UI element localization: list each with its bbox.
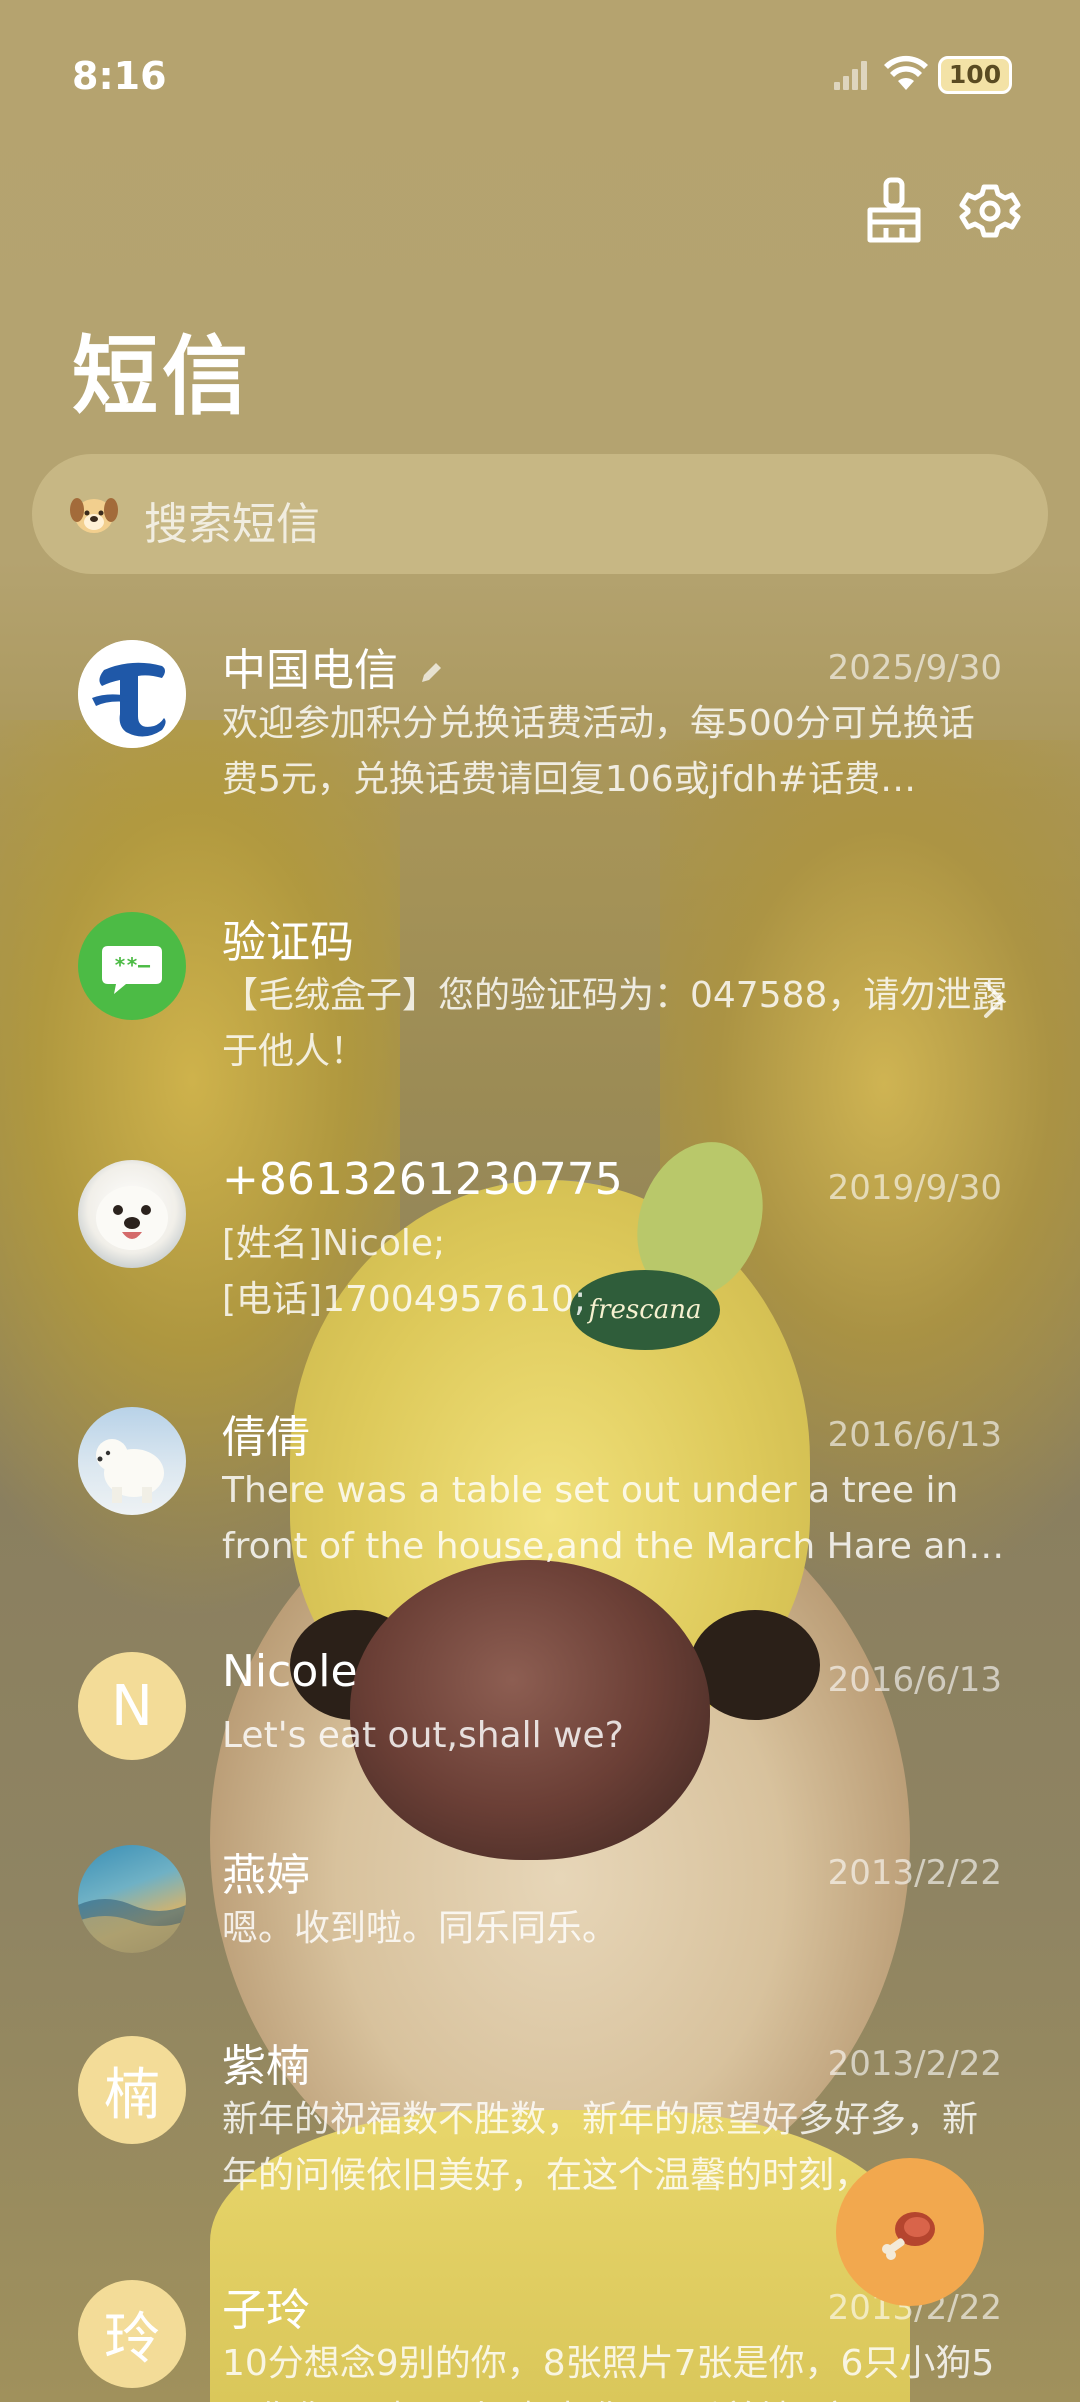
polar-bear-photo-icon: [96, 1439, 164, 1503]
message-preview: 嗯。收到啦。同乐同乐。: [222, 1908, 619, 1949]
contact-name-text: 中国电信: [222, 645, 398, 696]
list-item[interactable]: 中国电信 2025/9/30 欢迎参加积分兑换话费活动，每500分可兑换话费5元…: [0, 610, 1080, 840]
message-preview: Let's eat out,shall we?: [222, 1715, 624, 1756]
message-date: 2013/2/22: [827, 1853, 1002, 1893]
search-bar[interactable]: 搜索短信: [32, 454, 1048, 574]
battery-level: 100: [948, 60, 1002, 89]
chevron-right-icon[interactable]: [980, 980, 1008, 1020]
message-preview: 【毛绒盒子】您的验证码为：047588，请勿泄露于他人！: [222, 975, 1008, 1072]
page-title: 短信: [72, 327, 252, 427]
message-date: 2019/9/30: [827, 1168, 1002, 1208]
contact-name: 紫楠: [222, 2041, 310, 2092]
contact-name: +8613261230775: [222, 1154, 623, 1205]
message-date: 2016/6/13: [827, 1415, 1002, 1455]
status-time: 8:16: [72, 54, 167, 98]
pencil-icon: [422, 663, 441, 682]
broom-icon[interactable]: [862, 176, 926, 246]
list-item[interactable]: +8613261230775 2019/9/30 [姓名]Nicole; [电话…: [0, 1130, 1080, 1360]
list-item[interactable]: **– 验证码 【毛绒盒子】您的验证码为：047588，请勿泄露于他人！: [0, 882, 1080, 1112]
ocean-photo-icon: [78, 1899, 186, 1953]
avatar: [78, 1160, 186, 1268]
sms-screen: frescana 8:16 100 短信 搜索短信 中国电信 2025/9/30…: [0, 0, 1080, 2402]
message-date: 2025/9/30: [827, 648, 1002, 688]
dog-emoji-icon: [70, 498, 118, 533]
message-preview: [姓名]Nicole; [电话]17004957610;: [222, 1223, 587, 1320]
contact-name: Nicole: [222, 1646, 358, 1697]
message-preview: 10分想念9别的你，8张照片7张是你，6只小狗5只像你，4根骨头3根归你，2瓜着…: [222, 2343, 995, 2402]
avatar: [78, 1845, 186, 1953]
svg-text:**–: **–: [114, 953, 151, 977]
battery-indicator: 100: [938, 56, 1012, 94]
search-placeholder: 搜索短信: [144, 499, 320, 550]
wifi-icon: [884, 55, 928, 90]
message-preview: There was a table set out under a tree i…: [222, 1470, 1005, 1567]
contact-name: 验证码: [222, 917, 354, 968]
avatar: **–: [78, 912, 186, 1020]
contact-name: 倩倩: [222, 1412, 310, 1463]
compose-fab-button[interactable]: [836, 2158, 984, 2306]
contact-name: 燕婷: [222, 1850, 310, 1901]
gear-icon[interactable]: [958, 176, 1022, 246]
avatar: [78, 1407, 186, 1515]
avatar: N: [78, 1652, 186, 1760]
signal-icon: [834, 61, 867, 90]
message-preview: 欢迎参加积分兑换话费活动，每500分可兑换话费5元，兑换话费请回复106或jfd…: [222, 703, 975, 800]
list-item[interactable]: 倩倩 2016/6/13 There was a table set out u…: [0, 1377, 1080, 1607]
avatar: [78, 640, 186, 748]
message-date: 2016/6/13: [827, 1660, 1002, 1700]
status-bar: 8:16 100: [0, 0, 1080, 150]
contact-name: 中国电信: [222, 634, 444, 698]
china-telecom-logo-icon: [78, 640, 186, 748]
avatar: 楠: [78, 2036, 186, 2144]
meat-emoji-icon: [882, 2212, 935, 2260]
message-date: 2013/2/22: [827, 2044, 1002, 2084]
dog-photo-icon: [96, 1186, 168, 1250]
contact-name: 子玲: [222, 2285, 310, 2336]
avatar: 玲: [78, 2280, 186, 2388]
verification-code-icon: **–: [102, 946, 162, 994]
